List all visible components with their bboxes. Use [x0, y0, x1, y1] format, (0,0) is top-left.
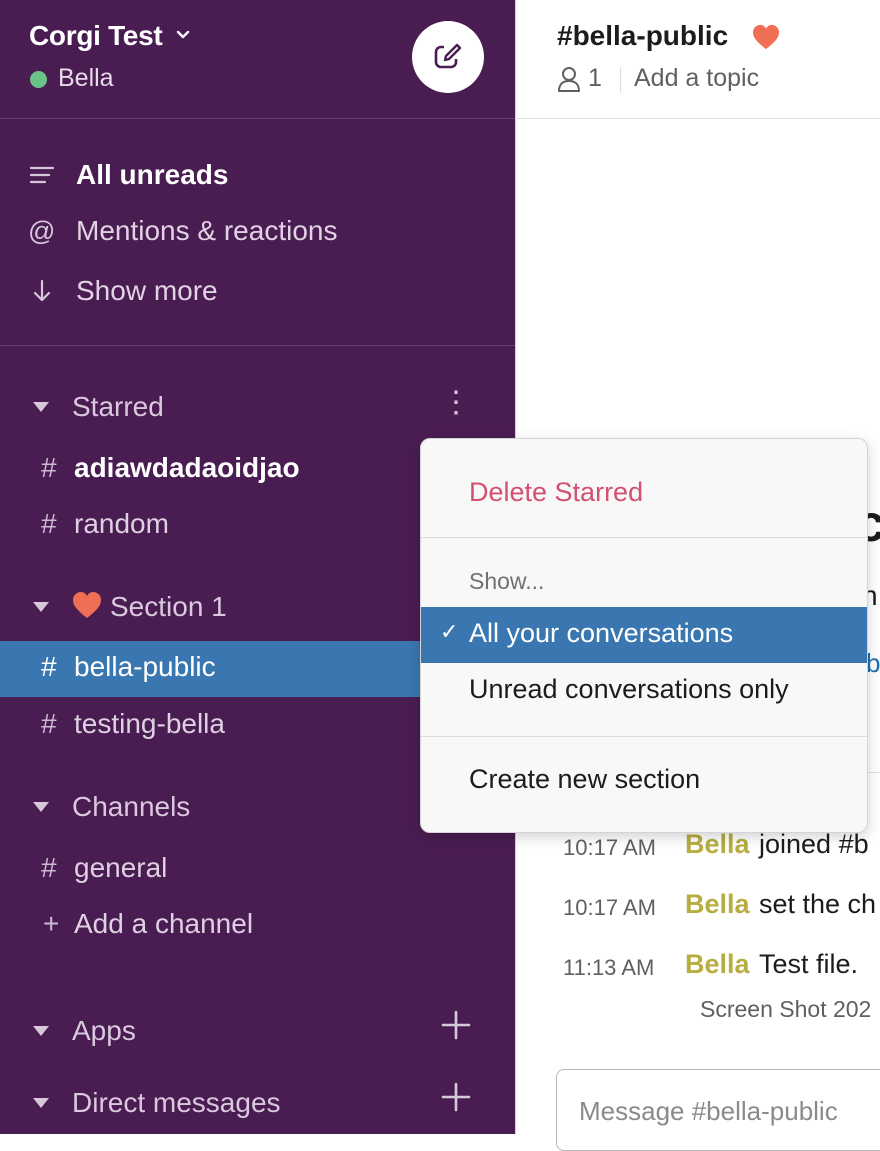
hash-icon: #: [41, 508, 57, 539]
message-timestamp[interactable]: 10:17 AM: [563, 895, 656, 921]
caret-down-icon: [33, 1098, 49, 1108]
caret-down-icon: [33, 802, 49, 812]
menu-option-all-conversations[interactable]: ✓ All your conversations: [421, 607, 867, 663]
message-input[interactable]: Message #bella-public: [556, 1069, 880, 1151]
nav-all-unreads-label: All unreads: [76, 159, 229, 190]
workspace-header[interactable]: Corgi Test Bella: [0, 0, 515, 118]
more-options-icon[interactable]: ⋮: [441, 383, 471, 427]
hash-icon: #: [41, 452, 57, 483]
channel-label: adiawdadaoidjao: [74, 452, 300, 483]
hash-icon: #: [41, 708, 57, 739]
heart-emoji-icon: [73, 592, 101, 618]
section-options-menu: Delete Starred Show... ✓ All your conver…: [420, 438, 868, 833]
message-text: Test file.: [759, 949, 859, 979]
channel-item[interactable]: # general: [0, 842, 515, 898]
add-topic-link[interactable]: Add a topic: [634, 64, 759, 93]
nav-show-more-label: Show more: [76, 275, 218, 306]
menu-option-unread-only[interactable]: Unread conversations only: [421, 663, 867, 719]
menu-divider: [421, 537, 867, 538]
presence-indicator: [30, 71, 47, 88]
file-name: Screen Shot 202: [700, 996, 872, 1022]
section-label-apps: Apps: [72, 1015, 136, 1046]
divider: [620, 67, 621, 93]
message-author[interactable]: Bella: [685, 829, 750, 860]
channel-label: general: [74, 852, 168, 883]
caret-down-icon: [33, 1026, 49, 1036]
divider: [0, 345, 515, 346]
section-header-starred[interactable]: Starred ⋮: [0, 385, 515, 429]
nav-all-unreads[interactable]: All unreads: [0, 149, 515, 199]
nav-mentions-label: Mentions & reactions: [76, 215, 338, 246]
header-divider: [516, 118, 880, 119]
add-app-icon[interactable]: [440, 1009, 472, 1041]
list-icon: [29, 166, 55, 184]
message-timestamp[interactable]: 11:13 AM: [563, 955, 654, 981]
section-label-channels: Channels: [72, 791, 191, 822]
hash-icon: #: [41, 651, 57, 682]
delete-section-option[interactable]: Delete Starred: [469, 477, 643, 508]
message-author[interactable]: Bella: [685, 889, 750, 920]
heart-emoji-icon: [753, 24, 779, 50]
divider: [0, 118, 515, 119]
section-header-apps[interactable]: Apps: [0, 1009, 515, 1053]
message-timestamp[interactable]: 10:17 AM: [563, 835, 656, 861]
channel-label: bella-public: [74, 651, 216, 682]
caret-down-icon: [33, 402, 49, 412]
channel-label: testing-bella: [74, 708, 225, 739]
hash-icon: #: [41, 852, 57, 883]
section-label-direct-messages: Direct messages: [72, 1087, 281, 1118]
arrow-down-icon: [33, 279, 51, 302]
menu-divider: [421, 736, 867, 737]
show-heading: Show...: [469, 568, 545, 594]
message-input-placeholder: Message #bella-public: [579, 1096, 838, 1126]
message-author[interactable]: Bella: [685, 949, 750, 980]
member-count[interactable]: 1: [588, 64, 602, 93]
message-row[interactable]: 11:13 AM Bella Test file.: [516, 949, 880, 989]
current-user-name: Bella: [58, 64, 114, 92]
member-icon[interactable]: [557, 66, 581, 92]
menu-option-label: Create new section: [469, 764, 701, 794]
compose-icon: [434, 43, 462, 69]
message-text: joined #b: [759, 829, 869, 859]
check-icon: ✓: [440, 619, 459, 644]
add-dm-icon[interactable]: [440, 1081, 472, 1113]
menu-option-create-section[interactable]: Create new section: [421, 753, 867, 809]
file-attachment[interactable]: Screen Shot 202: [700, 994, 880, 1026]
section-header-direct-messages[interactable]: Direct messages: [0, 1081, 515, 1125]
workspace-name[interactable]: Corgi Test: [29, 20, 163, 52]
channel-header: [516, 0, 880, 118]
divider: [866, 772, 880, 773]
menu-option-label: Unread conversations only: [469, 674, 789, 704]
message-row[interactable]: 10:17 AM Bella joined #b: [516, 829, 880, 869]
section-label-starred: Starred: [72, 391, 164, 422]
caret-down-icon: [33, 602, 49, 612]
menu-option-label: All your conversations: [469, 618, 734, 648]
intro-link-fragment[interactable]: b: [866, 648, 880, 679]
chevron-down-icon: [176, 30, 190, 39]
add-channel-button[interactable]: + Add a channel: [0, 898, 515, 954]
at-icon: @: [28, 216, 56, 246]
nav-show-more[interactable]: Show more: [0, 265, 515, 315]
plus-icon: +: [43, 908, 60, 939]
compose-button[interactable]: [412, 21, 484, 93]
channel-label: random: [74, 508, 169, 539]
channel-title[interactable]: #bella-public: [557, 20, 728, 52]
add-channel-label: Add a channel: [74, 908, 254, 939]
message-text: set the ch: [759, 889, 877, 919]
nav-mentions[interactable]: @ Mentions & reactions: [0, 205, 515, 255]
message-row[interactable]: 10:17 AM Bella set the ch: [516, 889, 880, 929]
section-label-section-1: Section 1: [72, 591, 227, 623]
